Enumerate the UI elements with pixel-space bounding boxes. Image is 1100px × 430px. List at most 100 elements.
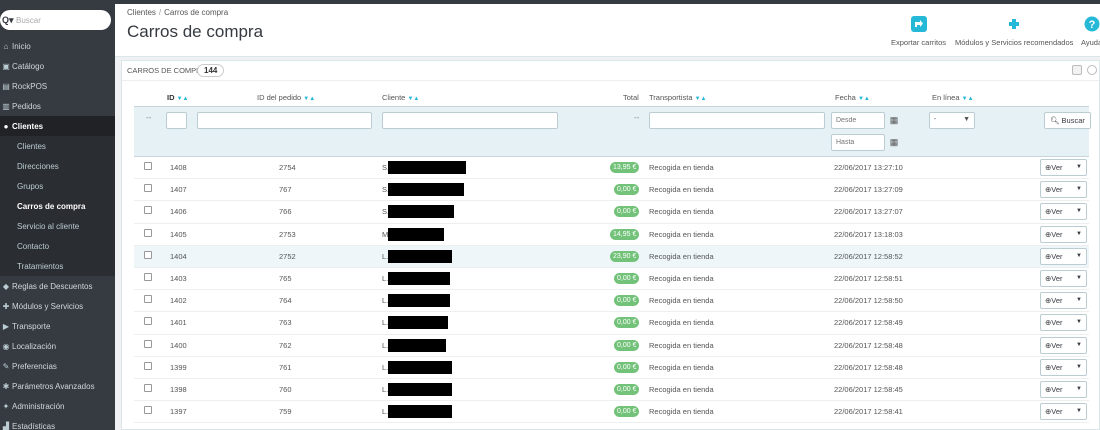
table-row[interactable]: 1398 760 L. 0,00 € Recogida en tienda 22/06/2… — [134, 379, 1089, 402]
filter-customer-input[interactable] — [382, 112, 558, 129]
row-checkbox[interactable] — [144, 228, 152, 237]
sidebar-subitem-1[interactable]: Direcciones — [0, 156, 115, 176]
sidebar-item-5[interactable]: ◆ Reglas de Descuentos — [0, 276, 115, 296]
recommended-modules-button[interactable]: Módulos y Servicios recomendados — [955, 16, 1073, 47]
sidebar-item-4[interactable]: ● Clientes — [0, 116, 115, 136]
caret-down-icon[interactable]: ▼ — [1076, 253, 1082, 259]
caret-down-icon[interactable]: ▼ — [1076, 297, 1082, 303]
view-button[interactable]: ⊕ Ver ▼ — [1040, 292, 1087, 310]
search-filter-button[interactable]: 🔍︎ Buscar — [1044, 112, 1091, 129]
view-button[interactable]: ⊕ Ver ▼ — [1040, 380, 1087, 398]
sidebar-item-9[interactable]: ✎ Preferencias — [0, 356, 115, 376]
caret-down-icon[interactable]: ▼ — [1076, 408, 1082, 414]
table-row[interactable]: 1407 767 S. 0,00 € Recogida en tienda 22/06/2… — [134, 179, 1089, 202]
sort-arrows-icon[interactable]: ▼▲ — [695, 96, 707, 102]
view-button[interactable]: ⊕ Ver ▼ — [1040, 159, 1087, 176]
table-row[interactable]: 1406 766 S. 0,00 € Recogida en tienda 22/06/2… — [134, 201, 1089, 224]
caret-down-icon[interactable]: ▼ — [1076, 342, 1082, 348]
export-sql-icon[interactable] — [1072, 65, 1082, 75]
column-online[interactable]: En línea ▼▲ — [932, 93, 974, 102]
filter-date-to-input[interactable] — [831, 134, 885, 151]
filter-order-id-input[interactable] — [197, 112, 372, 129]
sidebar-subitem-6[interactable]: Tratamientos — [0, 256, 115, 276]
breadcrumb-clientes[interactable]: Clientes — [127, 8, 156, 17]
caret-down-icon[interactable]: ▼ — [1076, 231, 1082, 237]
column-order-id[interactable]: ID del pedido ▼▲ — [257, 93, 315, 102]
caret-down-icon[interactable]: ▼ — [1076, 186, 1082, 192]
filter-online-select[interactable]: - ▼ — [929, 112, 975, 129]
table-row[interactable]: 1401 763 L. 0,00 € Recogida en tienda 22/06/2… — [134, 312, 1089, 335]
table-row[interactable]: 1408 2754 S. 13,95 € Recogida en tienda 22/06… — [134, 157, 1089, 180]
sidebar-item-0[interactable]: ⌂ Inicio — [0, 36, 115, 56]
table-row[interactable]: 1404 2752 L. 23,90 € Recogida en tienda 22/06… — [134, 245, 1089, 268]
filter-id-input[interactable] — [166, 112, 187, 129]
sidebar-item-7[interactable]: ▶ Transporte — [0, 316, 115, 336]
refresh-icon[interactable] — [1087, 65, 1097, 75]
table-row[interactable]: 1397 759 L. 0,00 € Recogida en tienda 22/06/2… — [134, 401, 1089, 424]
caret-down-icon[interactable]: ▼ — [1076, 275, 1082, 281]
column-id[interactable]: ID ▼▲ — [167, 93, 188, 102]
column-date[interactable]: Fecha ▼▲ — [835, 93, 870, 102]
sidebar-subitem-5[interactable]: Contacto — [0, 236, 115, 256]
cell-order-id: 762 — [279, 340, 292, 350]
sidebar-item-3[interactable]: ▥ Pedidos — [0, 96, 115, 116]
sort-arrows-icon[interactable]: ▼▲ — [303, 96, 315, 102]
row-checkbox[interactable] — [144, 339, 152, 348]
sidebar-item-1[interactable]: ▣ Catálogo — [0, 56, 115, 76]
row-checkbox[interactable] — [144, 317, 152, 326]
sort-arrows-icon[interactable]: ▼▲ — [858, 96, 870, 102]
sidebar-subitem-3[interactable]: Carros de compra — [0, 196, 115, 216]
sidebar-item-2[interactable]: ▤ RockPOS — [0, 76, 115, 96]
caret-down-icon[interactable]: ▼ — [1076, 364, 1082, 370]
view-button[interactable]: ⊕ Ver ▼ — [1040, 358, 1087, 376]
row-checkbox[interactable] — [144, 295, 152, 304]
sidebar-item-6[interactable]: ✚ Módulos y Servicios — [0, 296, 115, 316]
column-carrier[interactable]: Transportista ▼▲ — [649, 93, 706, 102]
view-button[interactable]: ⊕ Ver ▼ — [1040, 269, 1087, 287]
table-row[interactable]: 1402 764 L. 0,00 € Recogida en tienda 22/06/2… — [134, 290, 1089, 313]
sidebar-subitem-2[interactable]: Grupos — [0, 176, 115, 196]
row-checkbox[interactable] — [144, 383, 152, 392]
help-button[interactable]: ? Ayuda — [1081, 16, 1100, 47]
caret-down-icon[interactable]: ▼ — [1076, 319, 1082, 325]
view-button[interactable]: ⊕ Ver ▼ — [1040, 314, 1087, 332]
view-button[interactable]: ⊕ Ver ▼ — [1040, 403, 1087, 421]
view-button[interactable]: ⊕ Ver ▼ — [1040, 336, 1087, 354]
sidebar-subitem-4[interactable]: Servicio al cliente — [0, 216, 115, 236]
table-row[interactable]: 1399 761 L. 0,00 € Recogida en tienda 22/06/2… — [134, 357, 1089, 379]
sidebar-item-11[interactable]: ✦ Administración — [0, 396, 115, 416]
filter-date-from-input[interactable] — [831, 112, 885, 129]
sort-arrows-icon[interactable]: ▼▲ — [407, 96, 419, 102]
sort-arrows-icon[interactable]: ▼▲ — [177, 96, 189, 102]
row-checkbox[interactable] — [144, 361, 152, 370]
sidebar-item-8[interactable]: ◉ Localización — [0, 336, 115, 356]
row-checkbox[interactable] — [144, 250, 152, 259]
view-button[interactable]: ⊕ Ver ▼ — [1040, 247, 1087, 265]
calendar-icon[interactable]: ▦ — [885, 134, 903, 151]
sidebar-subitem-0[interactable]: Clientes — [0, 136, 115, 156]
filter-carrier-input[interactable] — [649, 112, 825, 129]
search-input[interactable] — [16, 15, 101, 25]
sidebar-item-12[interactable]: ▟ Estadísticas — [0, 416, 115, 430]
row-checkbox[interactable] — [144, 184, 152, 193]
calendar-icon[interactable]: ▦ — [885, 112, 903, 129]
caret-down-icon[interactable]: ▼ — [1076, 164, 1082, 170]
row-checkbox[interactable] — [144, 206, 152, 215]
sort-arrows-icon[interactable]: ▼▲ — [962, 96, 974, 102]
view-button[interactable]: ⊕ Ver ▼ — [1040, 225, 1087, 243]
search-icon[interactable]: Q▾ — [2, 15, 16, 26]
caret-down-icon[interactable]: ▼ — [1076, 208, 1082, 214]
row-checkbox[interactable] — [144, 162, 152, 170]
row-checkbox[interactable] — [144, 406, 152, 415]
column-customer[interactable]: Cliente ▼▲ — [382, 93, 419, 102]
export-carts-button[interactable]: Exportar carritos — [891, 16, 946, 47]
table-row[interactable]: 1405 2753 M. 14,95 € Recogida en tienda 22/06… — [134, 224, 1089, 246]
table-row[interactable]: 1403 765 L. 0,00 € Recogida en tienda 22/06/2… — [134, 268, 1089, 291]
row-checkbox[interactable] — [144, 272, 152, 281]
caret-down-icon[interactable]: ▼ — [1076, 386, 1082, 392]
view-button[interactable]: ⊕ Ver ▼ — [1040, 203, 1087, 221]
page-title: Carros de compra — [127, 22, 264, 41]
view-button[interactable]: ⊕ Ver ▼ — [1040, 181, 1087, 199]
table-row[interactable]: 1400 762 L. 0,00 € Recogida en tienda 22/06/2… — [134, 335, 1089, 357]
sidebar-item-10[interactable]: ✱ Parámetros Avanzados — [0, 376, 115, 396]
